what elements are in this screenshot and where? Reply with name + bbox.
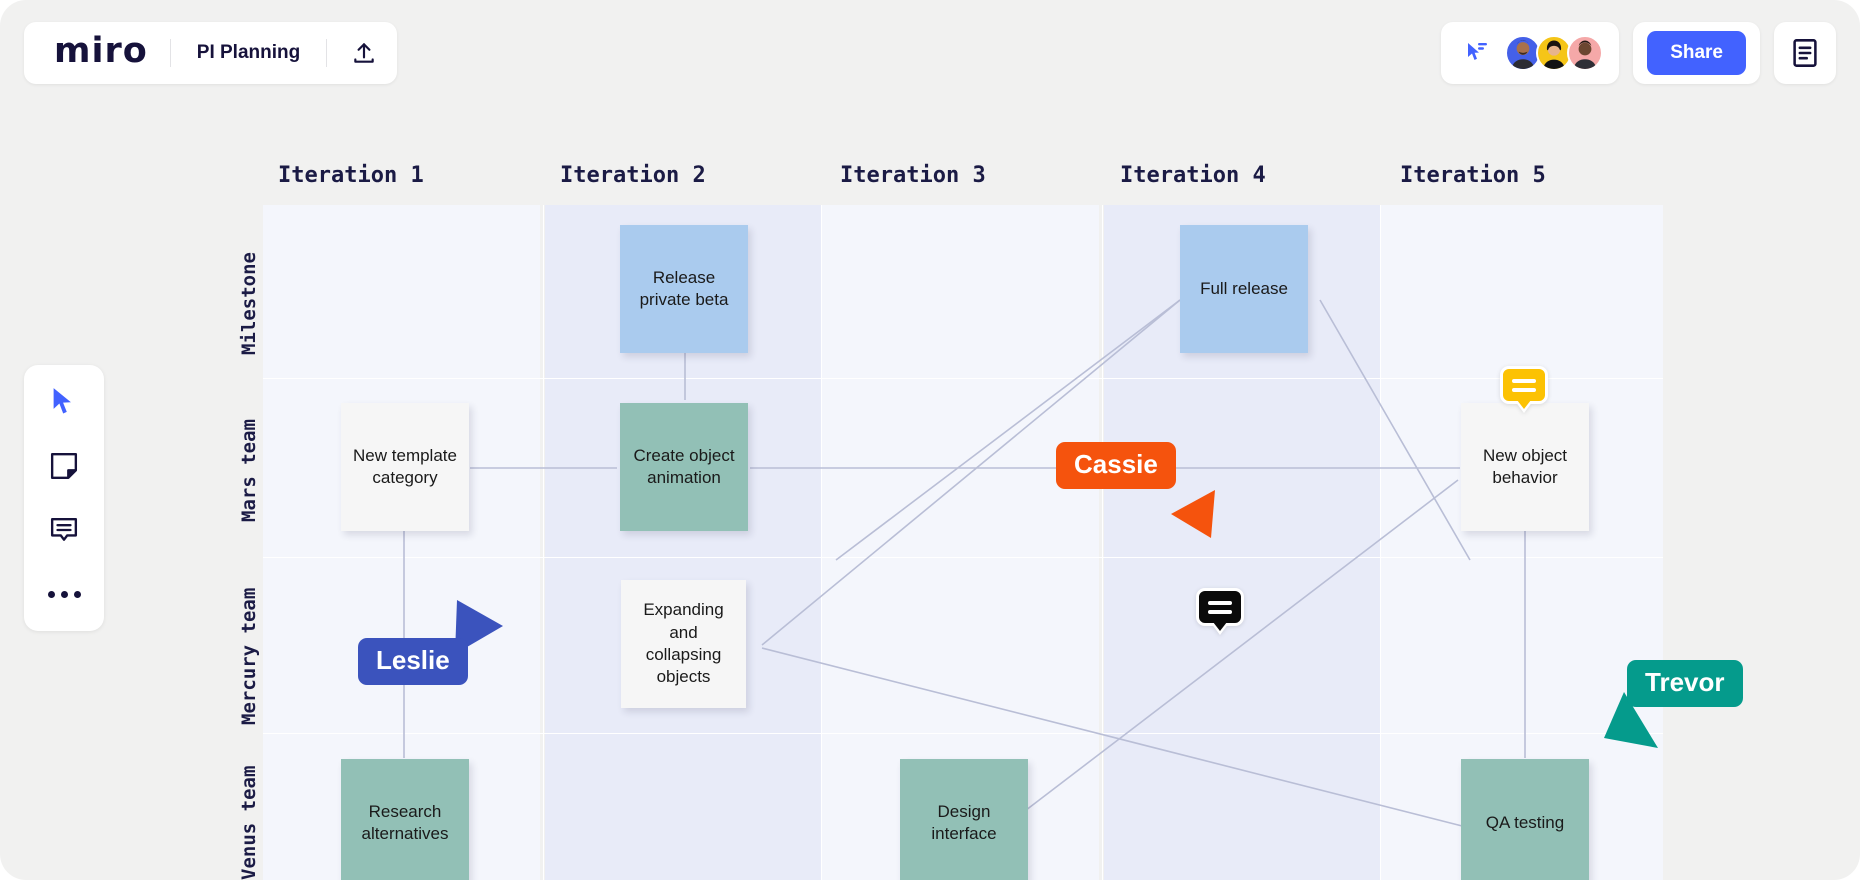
- select-tool[interactable]: [40, 381, 88, 423]
- collaborators-panel: [1441, 22, 1620, 84]
- row-divider-1: [263, 378, 1663, 379]
- miro-board-app: Iteration 1 Iteration 2 Iteration 3 Iter…: [0, 0, 1860, 880]
- comment-line-1: [1208, 600, 1232, 605]
- sticky-note-design-interface[interactable]: Design interface: [900, 759, 1028, 880]
- sticky-note-research-alternatives[interactable]: Research alternatives: [341, 759, 469, 880]
- board-title[interactable]: PI Planning: [171, 42, 326, 64]
- sticky-note-new-template-category[interactable]: New template category: [341, 403, 469, 531]
- sticky-note-expanding-collapsing-objects[interactable]: Expanding and collapsing objects: [621, 580, 746, 708]
- column-header-iteration-1: Iteration 1: [278, 163, 424, 188]
- row-label-mercury-team: Mercury team: [238, 587, 260, 725]
- sticky-note-tool[interactable]: [40, 445, 88, 487]
- column-header-iteration-4: Iteration 4: [1120, 163, 1266, 188]
- cursor-arrow-cassie: [1171, 490, 1215, 538]
- header-divider-2: [326, 39, 328, 67]
- sticky-note-new-object-behavior[interactable]: New object behavior: [1461, 403, 1589, 531]
- row-label-milestone: Milestone: [238, 252, 260, 355]
- miro-logo[interactable]: miro: [24, 34, 170, 69]
- cursor-chat-button[interactable]: [1457, 33, 1497, 73]
- cursor-chat-icon: [1468, 43, 1488, 60]
- column-divider-4: [1380, 205, 1381, 880]
- sticky-note-create-object-animation[interactable]: Create object animation: [620, 403, 748, 531]
- comment-icon: [50, 518, 78, 541]
- cursor-label-cassie: Cassie: [1056, 442, 1176, 489]
- column-divider-1: [543, 205, 544, 880]
- board-header-bar: miro PI Planning: [24, 22, 398, 84]
- comment-bubble-yellow[interactable]: [1500, 366, 1548, 409]
- cursor-label-leslie: Leslie: [358, 638, 468, 685]
- sticky-note-release-private-beta[interactable]: Release private beta: [620, 225, 748, 353]
- comment-line-1: [1512, 378, 1536, 383]
- upload-icon: [354, 43, 374, 63]
- cursor-label-trevor: Trevor: [1627, 660, 1743, 707]
- avatar-face-icon: [1543, 40, 1566, 69]
- share-panel: Share: [1633, 22, 1760, 84]
- board-notes-icon: [1793, 39, 1817, 67]
- board-header-right: Share: [1441, 22, 1836, 84]
- creation-toolbar: [24, 365, 104, 631]
- comment-line-2: [1512, 387, 1536, 392]
- board-canvas[interactable]: Iteration 1 Iteration 2 Iteration 3 Iter…: [0, 0, 1860, 880]
- upload-button[interactable]: [337, 31, 391, 75]
- collaborator-avatar-3[interactable]: [1567, 35, 1604, 71]
- column-divider-3: [1102, 205, 1103, 880]
- column-header-iteration-2: Iteration 2: [560, 163, 706, 188]
- row-divider-3: [263, 733, 1663, 734]
- avatar-face-icon: [1511, 40, 1535, 69]
- column-divider-2: [821, 205, 822, 880]
- board-notes-button[interactable]: [1774, 22, 1836, 84]
- sticky-note-qa-testing[interactable]: QA testing: [1461, 759, 1589, 880]
- comment-line-2: [1208, 609, 1232, 614]
- row-label-venus-team: Venus team: [238, 765, 260, 880]
- column-header-iteration-5: Iteration 5: [1400, 163, 1546, 188]
- avatar-face-icon: [1573, 40, 1597, 69]
- share-button[interactable]: Share: [1647, 31, 1746, 75]
- sticky-note-full-release[interactable]: Full release: [1180, 225, 1308, 353]
- column-header-iteration-3: Iteration 3: [840, 163, 986, 188]
- more-tool[interactable]: [40, 573, 88, 615]
- cursor-icon: [53, 388, 71, 414]
- comment-bubble-dark[interactable]: [1196, 588, 1244, 631]
- row-divider-2: [263, 557, 1663, 558]
- avatar-group: [1505, 35, 1604, 71]
- row-label-mars-team: Mars team: [238, 419, 260, 522]
- sticky-note-icon: [50, 452, 78, 480]
- more-dots-icon: [47, 590, 81, 598]
- comment-tail: [1517, 400, 1531, 409]
- comment-tail: [1213, 622, 1227, 631]
- comment-tool[interactable]: [40, 509, 88, 551]
